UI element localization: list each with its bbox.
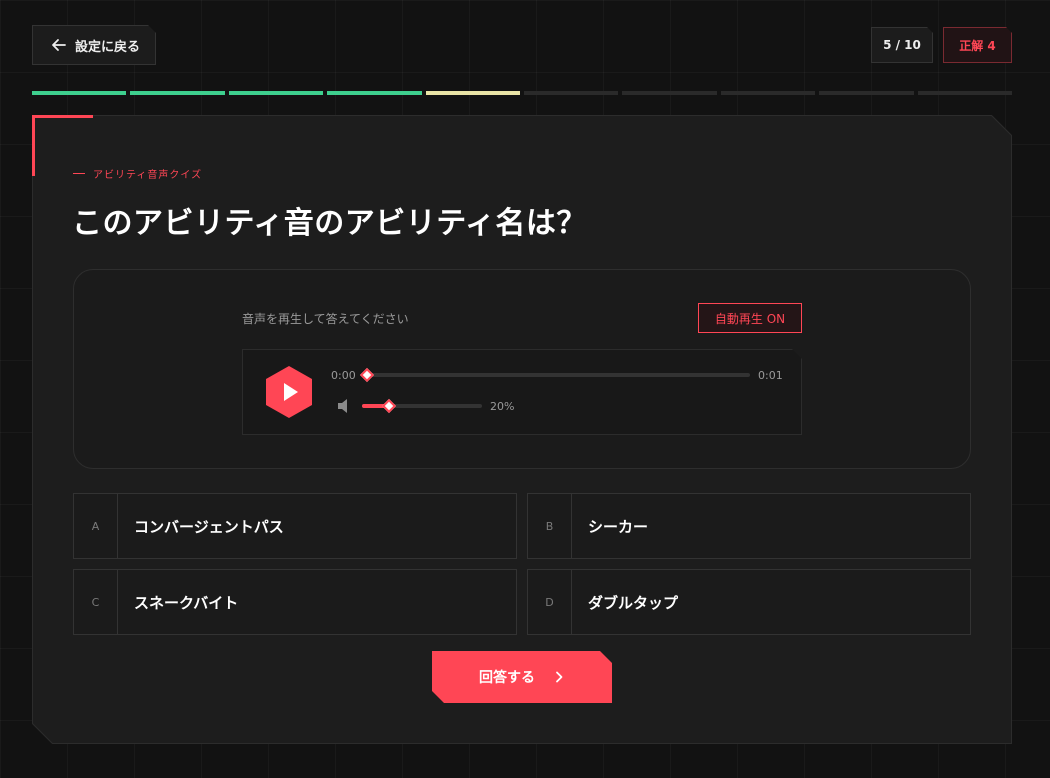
- correct-score-badge: 正解 4: [943, 27, 1012, 63]
- back-button-label: 設定に戻る: [75, 39, 141, 55]
- answer-option-b[interactable]: B シーカー: [527, 493, 971, 559]
- audio-player: [242, 349, 802, 435]
- progress-segment-4: [327, 91, 422, 95]
- option-text: シーカー: [588, 517, 649, 536]
- progress-segment-6: [524, 91, 619, 95]
- progress-segment-1: [32, 91, 127, 95]
- answer-option-c[interactable]: C スネークバイト: [73, 569, 517, 635]
- total-time: 0:01: [758, 369, 783, 382]
- option-letter: A: [74, 494, 118, 558]
- progress-segment-3: [228, 91, 324, 95]
- autoplay-toggle[interactable]: 自動再生 ON: [698, 303, 802, 333]
- card-corner-accent-vertical: [32, 115, 35, 176]
- play-icon[interactable]: [262, 365, 316, 419]
- option-text: ダブルタップ: [588, 593, 679, 612]
- option-letter: D: [528, 570, 572, 634]
- quiz-progress-bar: [32, 91, 1013, 95]
- answer-option-a[interactable]: A コンバージェントパス: [73, 493, 517, 559]
- seek-bar[interactable]: [367, 373, 750, 377]
- question-counter: 5 / 10: [871, 27, 933, 63]
- submit-answer-button[interactable]: 回答する: [432, 651, 612, 703]
- quiz-category-text: アビリティ音声クイズ: [93, 170, 203, 181]
- current-time: 0:00: [331, 369, 356, 382]
- progress-segment-2: [130, 91, 225, 95]
- card-corner-accent: [32, 115, 93, 118]
- arrow-left-icon: [51, 37, 67, 53]
- answer-option-d[interactable]: D ダブルタップ: [527, 569, 971, 635]
- progress-segment-5: [425, 91, 521, 95]
- chevron-right-icon: [553, 671, 565, 683]
- option-text: スネークバイト: [134, 593, 239, 612]
- back-to-settings-button[interactable]: 設定に戻る: [32, 25, 156, 65]
- audio-hint: 音声を再生して答えてください: [242, 312, 409, 326]
- progress-segment-8: [720, 91, 816, 95]
- progress-segment-10: [917, 91, 1013, 95]
- progress-segment-9: [819, 91, 914, 95]
- question-title: このアビリティ音のアビリティ名は？: [72, 206, 587, 241]
- eyebrow-dash: [73, 173, 85, 174]
- option-letter: C: [74, 570, 118, 634]
- submit-label: 回答する: [479, 670, 535, 686]
- progress-segment-7: [622, 91, 717, 95]
- volume-icon[interactable]: [337, 398, 351, 414]
- quiz-category-label: アビリティ音声クイズ: [73, 166, 202, 181]
- option-text: コンバージェントパス: [134, 517, 284, 536]
- volume-value: 20%: [490, 400, 515, 413]
- option-letter: B: [528, 494, 572, 558]
